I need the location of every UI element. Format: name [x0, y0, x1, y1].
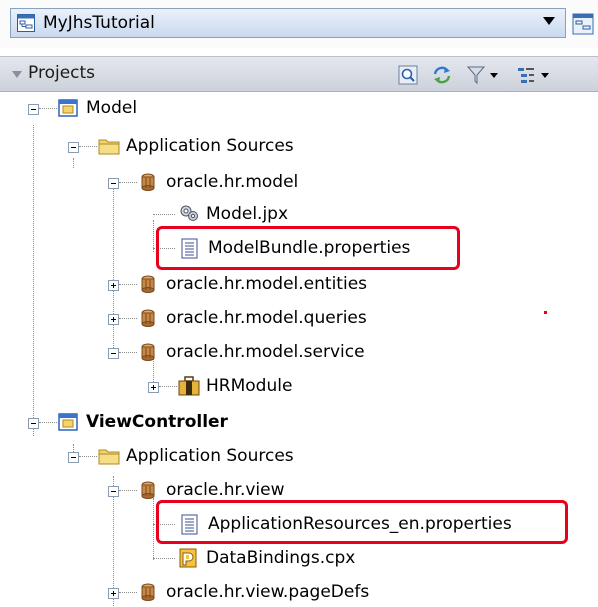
- tree-node-label: Model: [86, 98, 138, 118]
- collapse-toggle-icon[interactable]: [108, 486, 119, 497]
- tree-node-label: HRModule: [206, 376, 293, 396]
- highlight-box: [156, 226, 460, 270]
- tree-node-hr-module[interactable]: HRModule: [0, 372, 340, 400]
- package-icon: [138, 308, 158, 328]
- filter-dropdown-icon[interactable]: [490, 73, 498, 78]
- package-icon: [138, 172, 158, 192]
- collapse-toggle-icon[interactable]: [28, 104, 39, 115]
- folder-icon: [98, 136, 120, 156]
- application-module-icon: [178, 375, 200, 396]
- tree-node-pkg-pagedefs[interactable]: oracle.hr.view.pageDefs: [0, 578, 420, 606]
- tree-node-label: oracle.hr.model.entities: [166, 274, 368, 294]
- project-icon: [58, 412, 78, 432]
- projects-panel-header: Projects: [0, 56, 598, 92]
- tree-node-label: ViewController: [86, 412, 228, 432]
- tree-node-label: Application Sources: [126, 136, 294, 156]
- application-bar: MyJhsTutorial: [0, 0, 598, 48]
- package-icon: [138, 274, 158, 294]
- tree-node-label: oracle.hr.model: [166, 172, 299, 192]
- project-tree: Model Application Sources oracle.hr.mode…: [0, 92, 598, 606]
- application-selector[interactable]: MyJhsTutorial: [10, 8, 566, 38]
- package-icon: [138, 342, 158, 362]
- expand-toggle-icon[interactable]: [108, 280, 119, 291]
- expand-toggle-icon[interactable]: [108, 588, 119, 599]
- sync-icon[interactable]: [432, 65, 452, 85]
- project-icon: [58, 98, 78, 118]
- application-icon: [17, 14, 35, 32]
- tree-node-pkg-service[interactable]: oracle.hr.model.service: [0, 338, 420, 366]
- collapse-toggle-icon[interactable]: [68, 452, 79, 463]
- collapse-toggle-icon[interactable]: [28, 418, 39, 429]
- tree-node-model-jpx[interactable]: Model.jpx: [0, 200, 340, 228]
- application-overview-icon[interactable]: [572, 13, 594, 35]
- collapse-toggle-icon[interactable]: [68, 142, 79, 153]
- tree-node-pkg-queries[interactable]: oracle.hr.model.queries: [0, 304, 420, 332]
- tree-node-data-bindings[interactable]: DataBindings.cpx: [0, 544, 355, 572]
- find-icon[interactable]: [398, 65, 418, 85]
- collapse-toggle-icon[interactable]: [108, 348, 119, 359]
- filter-icon[interactable]: [466, 65, 486, 85]
- collapse-triangle-icon[interactable]: [12, 71, 22, 78]
- package-icon: [138, 582, 158, 602]
- collapse-toggle-icon[interactable]: [108, 178, 119, 189]
- tree-node-label: oracle.hr.model.queries: [166, 308, 367, 328]
- tree-node-model[interactable]: Model: [0, 94, 200, 122]
- folder-icon: [98, 446, 120, 466]
- tree-node-vc-app-sources[interactable]: Application Sources: [0, 442, 340, 470]
- highlight-box: [156, 500, 568, 544]
- sort-icon[interactable]: [516, 65, 536, 85]
- package-icon: [138, 480, 158, 500]
- annotation-dot: [544, 311, 547, 314]
- chevron-down-icon[interactable]: [543, 17, 555, 25]
- expand-toggle-icon[interactable]: [148, 382, 159, 393]
- sort-dropdown-icon[interactable]: [541, 73, 549, 78]
- tree-node-label: DataBindings.cpx: [206, 548, 356, 568]
- tree-node-view-controller[interactable]: ViewController: [0, 408, 300, 436]
- tree-node-pkg-model[interactable]: oracle.hr.model: [0, 168, 340, 196]
- tree-node-pkg-entities[interactable]: oracle.hr.model.entities: [0, 270, 420, 298]
- data-bindings-file-icon: [178, 547, 198, 568]
- gears-icon: [178, 203, 198, 223]
- expand-toggle-icon[interactable]: [108, 314, 119, 325]
- application-name: MyJhsTutorial: [43, 13, 155, 33]
- tree-node-model-app-sources[interactable]: Application Sources: [0, 132, 340, 160]
- tree-node-label: Model.jpx: [206, 204, 289, 224]
- projects-panel-title: Projects: [28, 63, 96, 83]
- tree-node-label: Application Sources: [126, 446, 294, 466]
- tree-node-label: oracle.hr.view.pageDefs: [166, 582, 370, 602]
- tree-node-label: oracle.hr.model.service: [166, 342, 365, 362]
